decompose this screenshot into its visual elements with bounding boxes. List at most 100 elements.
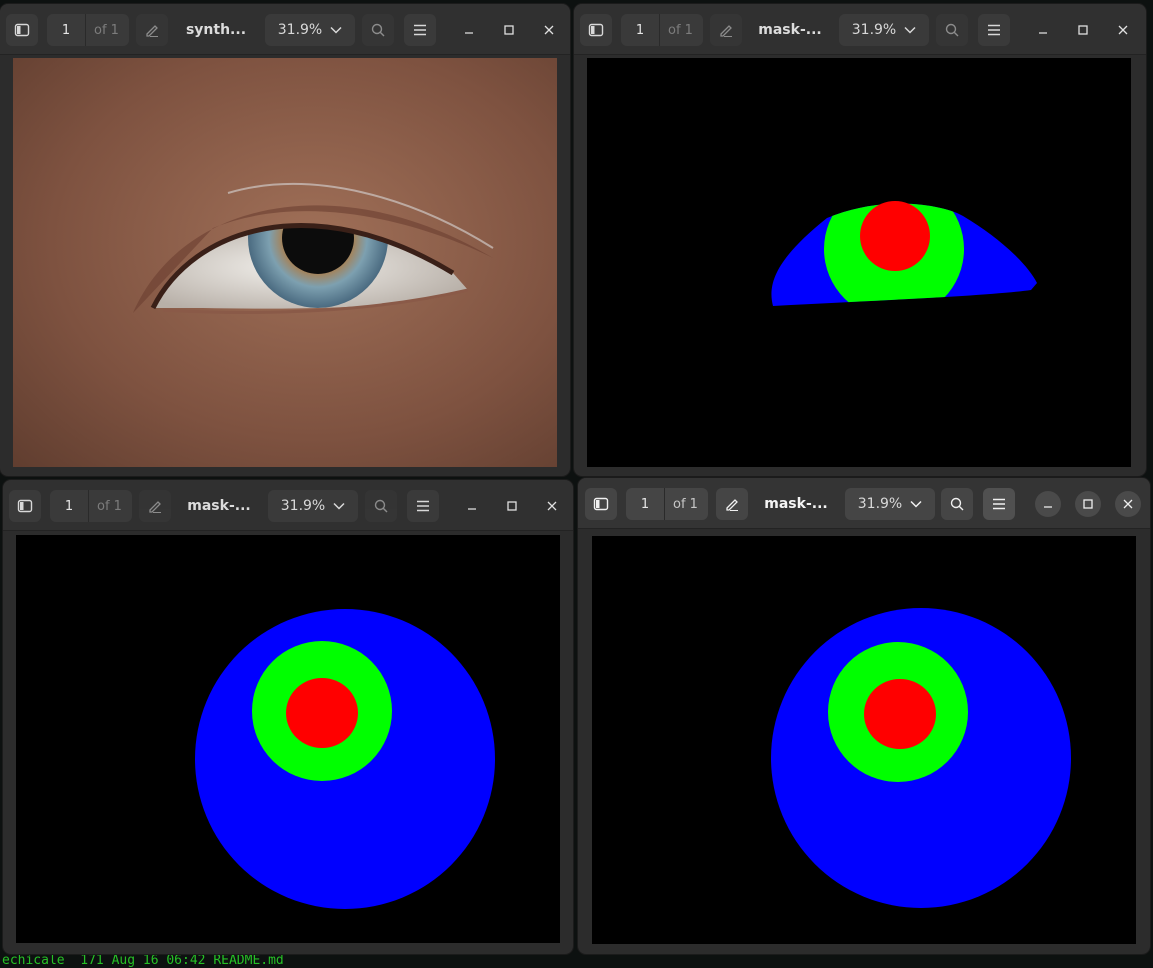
maximize-icon <box>1083 499 1093 509</box>
maximize-button[interactable] <box>1075 491 1101 517</box>
hamburger-menu-icon <box>993 498 1005 510</box>
page-selector[interactable]: 1 of 1 <box>50 490 132 522</box>
search-icon <box>371 23 385 37</box>
document-page <box>13 58 557 467</box>
eye-photo-image <box>13 58 557 467</box>
page-selector[interactable]: 1 of 1 <box>47 14 129 46</box>
sidebar-toggle-icon <box>588 23 604 37</box>
maximize-button[interactable] <box>499 493 525 519</box>
close-icon <box>1123 499 1133 509</box>
annotate-button[interactable] <box>139 490 171 522</box>
search-icon <box>374 499 388 513</box>
annotate-button[interactable] <box>716 488 748 520</box>
close-button[interactable] <box>1115 491 1141 517</box>
maximize-button[interactable] <box>496 17 522 43</box>
maximize-icon <box>507 501 517 511</box>
close-button[interactable] <box>539 493 565 519</box>
mask-inner-disc <box>860 201 930 271</box>
header-bar: 1 of 1 mask-... 31.9% <box>574 4 1146 55</box>
zoom-dropdown[interactable]: 31.9% <box>839 14 929 46</box>
sidebar-toggle-button[interactable] <box>585 488 617 520</box>
zoom-level: 31.9% <box>857 496 903 512</box>
zoom-dropdown[interactable]: 31.9% <box>845 488 935 520</box>
minimize-button[interactable] <box>456 17 482 43</box>
minimize-button[interactable] <box>1030 17 1056 43</box>
viewer-window-mask-1: 1 of 1 mask-... 31.9% <box>574 4 1146 476</box>
viewer-window-mask-2: 1 of 1 mask-... 31.9% <box>3 480 573 954</box>
mask-image <box>195 609 495 909</box>
page-number-input[interactable]: 1 <box>50 499 88 514</box>
main-menu-button[interactable] <box>407 490 439 522</box>
chevron-down-icon <box>904 26 916 34</box>
sidebar-toggle-icon <box>593 497 609 511</box>
zoom-level: 31.9% <box>851 22 897 38</box>
mask-inner-disc <box>286 678 358 748</box>
sidebar-toggle-button[interactable] <box>6 14 38 46</box>
document-page <box>592 536 1136 944</box>
mask-image <box>771 608 1071 908</box>
page-selector[interactable]: 1 of 1 <box>626 488 708 520</box>
viewer-window-mask-3: 1 of 1 mask-... 31.9% <box>578 478 1150 954</box>
header-bar: 1 of 1 mask-... 31.9% <box>578 478 1150 529</box>
document-title: mask-... <box>758 22 822 38</box>
chevron-down-icon <box>910 500 922 508</box>
header-bar: 1 of 1 synth... 31.9% <box>0 4 570 55</box>
document-page <box>587 58 1131 467</box>
search-icon <box>945 23 959 37</box>
minimize-icon <box>1044 506 1052 508</box>
close-button[interactable] <box>1110 17 1136 43</box>
page-count: of 1 <box>673 496 698 512</box>
document-title: synth... <box>185 22 247 38</box>
minimize-button[interactable] <box>459 493 485 519</box>
annotate-button[interactable] <box>136 14 168 46</box>
page-number-input[interactable]: 1 <box>621 23 659 38</box>
viewer-window-synth: 1 of 1 synth... 31.9% <box>0 4 570 476</box>
close-icon <box>547 501 557 511</box>
hamburger-menu-icon <box>988 24 1000 36</box>
sidebar-toggle-icon <box>14 23 30 37</box>
minimize-icon <box>1039 32 1047 34</box>
page-count: of 1 <box>97 498 122 514</box>
page-count: of 1 <box>94 22 119 38</box>
hamburger-menu-icon <box>414 24 426 36</box>
search-button[interactable] <box>936 14 968 46</box>
page-count: of 1 <box>668 22 693 38</box>
minimize-icon <box>465 32 473 34</box>
zoom-level: 31.9% <box>280 498 326 514</box>
chevron-down-icon <box>333 502 345 510</box>
minimize-icon <box>468 508 476 510</box>
sidebar-toggle-icon <box>17 499 33 513</box>
minimize-button[interactable] <box>1035 491 1061 517</box>
zoom-dropdown[interactable]: 31.9% <box>265 14 355 46</box>
search-button[interactable] <box>362 14 394 46</box>
search-button[interactable] <box>941 488 973 520</box>
search-icon <box>950 497 964 511</box>
search-button[interactable] <box>365 490 397 522</box>
terminal-bottom-line: echicale 171 Aug 16 06:42 README.md <box>2 954 284 968</box>
mask-image <box>771 201 1037 306</box>
main-menu-button[interactable] <box>983 488 1015 520</box>
document-page <box>16 535 560 943</box>
sidebar-toggle-button[interactable] <box>9 490 41 522</box>
close-button[interactable] <box>536 17 562 43</box>
annotate-button[interactable] <box>710 14 742 46</box>
main-menu-button[interactable] <box>404 14 436 46</box>
pencil-annotate-icon <box>726 499 738 511</box>
close-icon <box>544 25 554 35</box>
mask-inner-disc <box>864 679 936 749</box>
page-selector[interactable]: 1 of 1 <box>621 14 703 46</box>
zoom-level: 31.9% <box>277 22 323 38</box>
pencil-annotate-icon <box>720 25 732 37</box>
header-bar: 1 of 1 mask-... 31.9% <box>3 480 573 531</box>
main-menu-button[interactable] <box>978 14 1010 46</box>
chevron-down-icon <box>330 26 342 34</box>
zoom-dropdown[interactable]: 31.9% <box>268 490 358 522</box>
close-icon <box>1118 25 1128 35</box>
maximize-button[interactable] <box>1070 17 1096 43</box>
document-title: mask-... <box>187 498 251 514</box>
page-number-input[interactable]: 1 <box>626 497 664 512</box>
pencil-annotate-icon <box>146 25 158 37</box>
sidebar-toggle-button[interactable] <box>580 14 612 46</box>
document-title: mask-... <box>764 496 828 512</box>
page-number-input[interactable]: 1 <box>47 23 85 38</box>
